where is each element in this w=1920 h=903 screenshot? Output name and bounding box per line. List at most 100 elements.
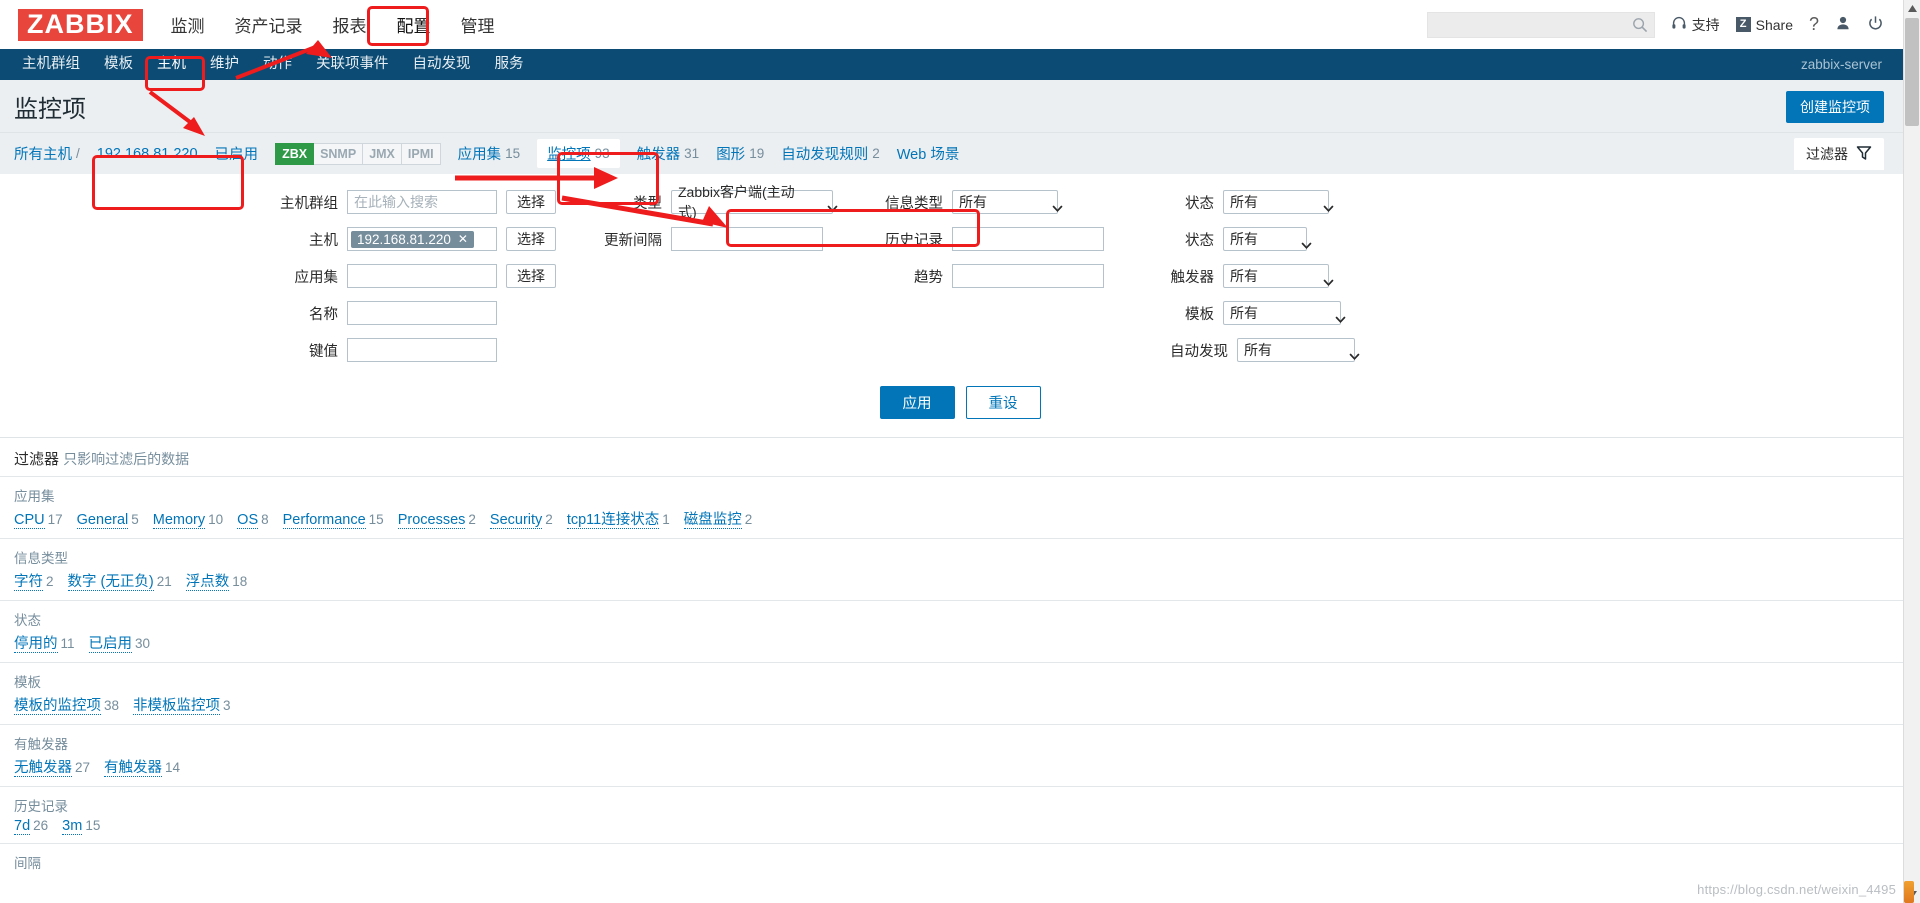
history-input[interactable] (952, 227, 1104, 251)
global-search[interactable] (1426, 11, 1655, 38)
breadcrumb-host-link[interactable]: 192.168.81.220 (97, 146, 198, 162)
host-groups-select-button[interactable]: 选择 (506, 190, 556, 214)
subfilter-item[interactable]: 磁盘监控 2 (683, 508, 752, 529)
breadcrumb-tab-graphs[interactable]: 图形 19 (716, 143, 764, 164)
protocol-badge-ipmi[interactable]: IPMI (401, 142, 441, 165)
breadcrumb-host[interactable]: 192.168.81.220 (97, 146, 198, 162)
main-nav-item-reports[interactable]: 报表 (331, 10, 369, 39)
protocol-badge-jmx[interactable]: JMX (363, 142, 402, 165)
subfilter-item[interactable]: General 5 (76, 512, 139, 529)
subfilter-item[interactable]: 无触发器 27 (14, 756, 90, 777)
type-select[interactable]: Zabbix客户端(主动式) (671, 184, 838, 220)
host-status-label[interactable]: 已启用 (215, 143, 259, 164)
subfilter-item-label[interactable]: CPU (14, 512, 45, 529)
trends-input[interactable] (952, 264, 1104, 288)
subfilter-item[interactable]: CPU 17 (14, 512, 63, 529)
subfilter-item-label[interactable]: 模板的监控项 (14, 698, 101, 715)
subfilter-item[interactable]: Performance 15 (282, 512, 384, 529)
subfilter-item[interactable]: 数字 (无正负) 21 (67, 570, 172, 591)
reset-button[interactable]: 重设 (965, 386, 1041, 419)
host-groups-input[interactable] (347, 190, 497, 214)
subfilter-item[interactable]: 非模板监控项 3 (133, 694, 231, 715)
tab-items-label[interactable]: 监控项 (547, 143, 591, 164)
hosts-multiselect[interactable]: 192.168.81.220 ✕ (347, 227, 497, 251)
subfilter-item[interactable]: OS 8 (237, 512, 269, 529)
main-nav-item-inventory[interactable]: 资产记录 (233, 10, 305, 39)
zabbix-logo[interactable]: ZABBIX (18, 8, 143, 41)
subfilter-item[interactable]: 7d 26 (14, 818, 48, 835)
support-link[interactable]: 支持 (1671, 15, 1720, 35)
subnav-item-actions[interactable]: 动作 (251, 49, 304, 80)
scrollbar-thumb[interactable] (1905, 18, 1919, 126)
subnav-item-hosts[interactable]: 主机 (145, 49, 198, 80)
subfilter-item[interactable]: 停用的 11 (14, 632, 75, 653)
vertical-scrollbar[interactable] (1903, 0, 1920, 903)
subfilter-item[interactable]: 有触发器 14 (104, 756, 180, 777)
subfilter-item-label[interactable]: Processes (397, 512, 466, 529)
user-profile-link[interactable] (1835, 15, 1851, 34)
subfilter-item-label[interactable]: Memory (152, 512, 206, 529)
host-chip[interactable]: 192.168.81.220 ✕ (351, 230, 474, 248)
host-chip-remove-icon[interactable]: ✕ (458, 232, 468, 246)
tab-triggers-label[interactable]: 触发器 (637, 143, 681, 164)
subfilter-item-label[interactable]: 有触发器 (104, 760, 163, 777)
create-item-button[interactable]: 创建监控项 (1786, 91, 1884, 123)
subnav-item-templates[interactable]: 模板 (92, 49, 145, 80)
apply-button[interactable]: 应用 (879, 386, 955, 419)
breadcrumb-host-status[interactable]: 已启用 (215, 143, 259, 164)
templated-select[interactable]: 所有 (1223, 301, 1346, 325)
subfilter-item[interactable]: 字符 2 (14, 570, 54, 591)
breadcrumb-tab-discovery-rules[interactable]: 自动发现规则 2 (781, 143, 880, 164)
search-icon[interactable] (1632, 17, 1648, 37)
subfilter-item[interactable]: Memory 10 (152, 512, 223, 529)
subfilter-item[interactable]: Processes 2 (397, 512, 476, 529)
main-nav-item-configuration[interactable]: 配置 (395, 10, 433, 39)
subfilter-item-label[interactable]: 已启用 (88, 636, 133, 653)
value-type-select[interactable]: 所有 (952, 190, 1063, 214)
subfilter-item[interactable]: 浮点数 18 (185, 570, 247, 591)
subfilter-item-label[interactable]: General (76, 512, 129, 529)
tab-applications-label[interactable]: 应用集 (458, 143, 502, 164)
subfilter-item-label[interactable]: Performance (282, 512, 366, 529)
name-input[interactable] (347, 301, 497, 325)
protocol-badge-snmp[interactable]: SNMP (314, 142, 364, 165)
tab-discovery-rules-label[interactable]: 自动发现规则 (781, 143, 868, 164)
subfilter-item-label[interactable]: 3m (62, 818, 83, 835)
subfilter-item-label[interactable]: 磁盘监控 (683, 512, 742, 529)
breadcrumb-all-hosts[interactable]: 所有主机 / (14, 143, 80, 164)
subnav-item-services[interactable]: 服务 (483, 49, 536, 80)
filter-toggle-button[interactable]: 过滤器 (1794, 138, 1884, 170)
subfilter-item-label[interactable]: Security (489, 512, 543, 529)
subfilter-item-label[interactable]: 无触发器 (14, 760, 72, 777)
subfilter-item-label[interactable]: 字符 (14, 574, 43, 591)
search-input[interactable] (1427, 12, 1618, 37)
breadcrumb-tab-triggers[interactable]: 触发器 31 (637, 143, 700, 164)
subfilter-item-label[interactable]: 7d (14, 818, 31, 835)
subfilter-item[interactable]: 模板的监控项 38 (14, 694, 119, 715)
subfilter-item-label[interactable]: 非模板监控项 (133, 698, 221, 715)
subnav-item-host-groups[interactable]: 主机群组 (10, 49, 92, 80)
breadcrumb-tab-applications[interactable]: 应用集 15 (458, 143, 521, 164)
subfilter-item-label[interactable]: 数字 (无正负) (67, 574, 154, 591)
subfilter-item-label[interactable]: 浮点数 (185, 574, 230, 591)
breadcrumb-tab-items[interactable]: 监控项 93 (537, 139, 620, 168)
subfilter-item-label[interactable]: 停用的 (14, 636, 58, 653)
state-select[interactable]: 所有 (1223, 190, 1334, 214)
applications-input[interactable] (347, 264, 497, 288)
breadcrumb-tab-web-scenarios[interactable]: Web 场景 (897, 143, 960, 164)
discovery-select[interactable]: 所有 (1237, 338, 1360, 362)
subnav-item-discovery[interactable]: 自动发现 (401, 49, 483, 80)
tab-graphs-label[interactable]: 图形 (716, 143, 745, 164)
main-nav-item-administration[interactable]: 管理 (459, 10, 497, 39)
protocol-badge-zbx[interactable]: ZBX (275, 142, 315, 165)
subnav-item-maintenance[interactable]: 维护 (198, 49, 251, 80)
subfilter-item[interactable]: Security 2 (489, 512, 553, 529)
update-interval-input[interactable] (671, 227, 823, 251)
subfilter-item[interactable]: 已启用 30 (88, 632, 150, 653)
applications-select-button[interactable]: 选择 (506, 264, 556, 288)
help-link[interactable]: ? (1809, 14, 1819, 35)
subfilter-item[interactable]: tcp11连接状态 1 (566, 508, 670, 529)
subfilter-item-label[interactable]: OS (237, 512, 259, 529)
share-link[interactable]: Z Share (1735, 17, 1793, 33)
key-input[interactable] (347, 338, 497, 362)
